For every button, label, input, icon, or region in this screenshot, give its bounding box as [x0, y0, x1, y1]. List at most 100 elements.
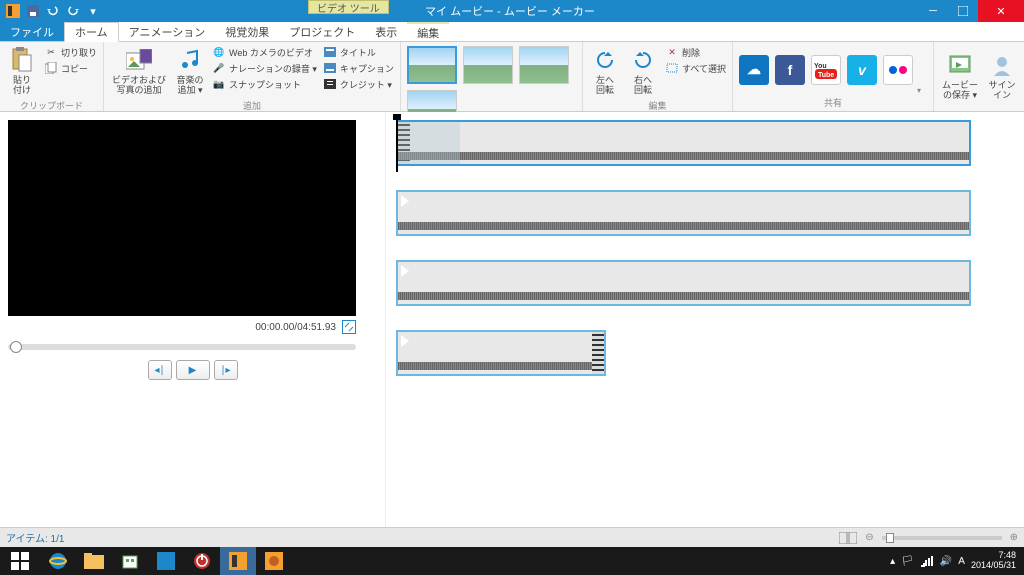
webcam-button[interactable]: 🌐Web カメラのビデオ	[210, 44, 319, 60]
rotate-left-label: 左へ 回転	[596, 76, 614, 96]
taskbar-ie-icon[interactable]	[40, 547, 76, 575]
camera-icon: 📷	[212, 77, 226, 91]
zoom-slider[interactable]	[882, 536, 1002, 540]
tab-view[interactable]: 表示	[365, 22, 407, 41]
taskbar-store-icon[interactable]	[112, 547, 148, 575]
system-tray: ▴ 🏳 🔊 A 7:48 2014/05/31	[890, 551, 1024, 571]
caption-label: キャプション	[340, 62, 394, 75]
start-button[interactable]	[0, 547, 40, 575]
share-facebook-button[interactable]: f	[775, 55, 805, 85]
playback-controls: ◂∣ ▶ ∣▸	[8, 360, 377, 380]
tab-home[interactable]: ホーム	[64, 22, 119, 42]
zoom-out-button[interactable]: ⊖	[865, 532, 873, 543]
share-flickr-button[interactable]	[883, 55, 913, 85]
workarea: 00:00.00/04:51.93 ◂∣ ▶ ∣▸	[0, 112, 1024, 527]
taskbar-explorer-icon[interactable]	[76, 547, 112, 575]
statusbar: アイテム: 1/1 ⊖ ⊕	[0, 527, 1024, 547]
close-button[interactable]: ✕	[978, 0, 1024, 22]
share-gallery-more-icon[interactable]: ▾	[917, 86, 929, 95]
timeline-clip[interactable]	[396, 260, 971, 306]
redo-icon[interactable]	[64, 2, 82, 20]
svg-text:Tube: Tube	[818, 72, 834, 79]
signin-icon	[988, 51, 1016, 79]
caption-button[interactable]: キャプション	[321, 60, 396, 76]
title-label: タイトル	[340, 46, 376, 59]
timeline-pane[interactable]	[385, 112, 1024, 527]
video-preview[interactable]	[8, 120, 356, 316]
taskbar-power-icon[interactable]	[184, 547, 220, 575]
clipboard-group-label: クリップボード	[4, 98, 99, 112]
tab-visual-effects[interactable]: 視覚効果	[215, 22, 279, 41]
window-controls: ─ ✕	[918, 0, 1024, 22]
share-vimeo-button[interactable]: v	[847, 55, 877, 85]
tab-project[interactable]: プロジェクト	[279, 22, 365, 41]
seek-slider[interactable]	[8, 344, 356, 350]
share-onedrive-button[interactable]: ☁	[739, 55, 769, 85]
credit-button[interactable]: クレジット ▾	[321, 76, 396, 92]
transition-icon	[401, 335, 409, 347]
taskbar-moviemaker-icon[interactable]	[220, 547, 256, 575]
timeline-clip[interactable]	[396, 120, 971, 166]
timeline-clip[interactable]	[396, 190, 971, 236]
zoom-thumb[interactable]	[886, 533, 894, 543]
contextual-tab-label: ビデオ ツール	[308, 0, 389, 14]
select-all-button[interactable]: すべて選択	[663, 60, 728, 76]
copy-label: コピー	[61, 62, 88, 75]
add-video-photo-button[interactable]: ビデオおよび 写真の追加	[108, 44, 170, 98]
cut-button[interactable]: ✂切り取り	[42, 44, 99, 60]
rotate-right-button[interactable]: 右へ 回転	[625, 44, 661, 98]
tab-file[interactable]: ファイル	[0, 22, 64, 41]
ribbon-tabs: ファイル ホーム アニメーション 視覚効果 プロジェクト 表示 編集	[0, 22, 1024, 42]
app-icon[interactable]	[4, 2, 22, 20]
save-icon[interactable]	[24, 2, 42, 20]
ribbon-group-clipboard: 貼り 付け ✂切り取り コピー クリップボード	[0, 42, 104, 111]
fullscreen-icon[interactable]	[342, 320, 356, 334]
webcam-label: Web カメラのビデオ	[229, 46, 313, 59]
tray-up-icon[interactable]: ▴	[890, 556, 895, 567]
tray-clock[interactable]: 7:48 2014/05/31	[971, 551, 1016, 571]
delete-button[interactable]: ✕削除	[663, 44, 728, 60]
seek-thumb[interactable]	[10, 341, 22, 353]
next-frame-button[interactable]: ∣▸	[214, 360, 238, 380]
signin-button[interactable]: サインイン	[984, 44, 1020, 108]
maximize-button[interactable]	[948, 0, 978, 22]
tab-edit[interactable]: 編集	[407, 22, 449, 41]
play-button[interactable]: ▶	[176, 360, 210, 380]
paste-button[interactable]: 貼り 付け	[4, 44, 40, 98]
tray-ime-indicator[interactable]: A	[958, 556, 965, 567]
copy-button[interactable]: コピー	[42, 60, 99, 76]
view-toggle-icon[interactable]	[839, 532, 857, 544]
theme-thumb-1[interactable]	[407, 46, 457, 84]
narration-label: ナレーションの録音 ▾	[229, 62, 317, 75]
tray-volume-icon[interactable]: 🔊	[940, 556, 952, 567]
theme-thumb-3[interactable]	[519, 46, 569, 84]
zoom-in-button[interactable]: ⊕	[1010, 532, 1018, 543]
clip-selection-overlay	[398, 122, 460, 164]
save-movie-button[interactable]: ムービー の保存 ▾	[938, 44, 982, 108]
title-button[interactable]: タイトル	[321, 44, 396, 60]
delete-icon: ✕	[665, 45, 679, 59]
preview-pane: 00:00.00/04:51.93 ◂∣ ▶ ∣▸	[0, 112, 385, 527]
minimize-button[interactable]: ─	[918, 0, 948, 22]
undo-icon[interactable]	[44, 2, 62, 20]
music-icon	[176, 46, 204, 74]
transition-icon	[401, 195, 409, 207]
select-all-label: すべて選択	[682, 62, 726, 75]
taskbar-app2-icon[interactable]	[256, 547, 292, 575]
edit-group-label: 編集	[587, 98, 728, 112]
rotate-left-button[interactable]: 左へ 回転	[587, 44, 623, 98]
theme-thumb-2[interactable]	[463, 46, 513, 84]
add-music-button[interactable]: 音楽の 追加 ▾	[172, 44, 208, 98]
tab-animation[interactable]: アニメーション	[119, 22, 216, 41]
tray-network-icon[interactable]	[920, 555, 934, 567]
taskbar-app-icon[interactable]	[148, 547, 184, 575]
timeline-clip[interactable]	[396, 330, 606, 376]
rotate-left-icon	[591, 46, 619, 74]
qat-dropdown-icon[interactable]: ▾	[84, 2, 102, 20]
save-movie-label: ムービー の保存 ▾	[942, 81, 978, 101]
prev-frame-button[interactable]: ◂∣	[148, 360, 172, 380]
share-youtube-button[interactable]: YouTube	[811, 55, 841, 85]
tray-action-center-icon[interactable]: 🏳	[901, 556, 914, 567]
snapshot-button[interactable]: 📷スナップショット	[210, 76, 319, 92]
narration-button[interactable]: 🎤ナレーションの録音 ▾	[210, 60, 319, 76]
